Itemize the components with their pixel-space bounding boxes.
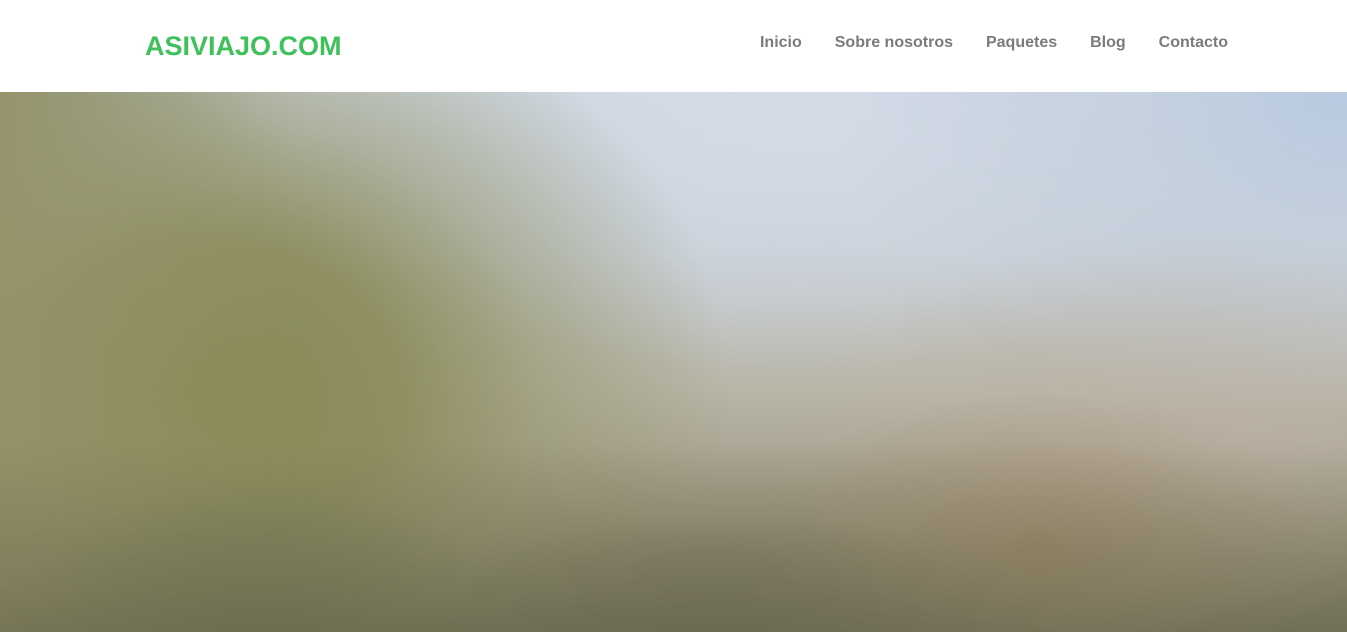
nav-link-inicio[interactable]: Inicio [760,33,802,53]
nav-link-paquetes[interactable]: Paquetes [986,33,1057,53]
site-logo[interactable]: ASIVIAJO.COM [145,30,342,62]
main-nav: Inicio Sobre nosotros Paquetes Blog Cont… [760,33,1228,53]
nav-link-contacto[interactable]: Contacto [1159,33,1228,53]
nav-link-blog[interactable]: Blog [1090,33,1126,53]
hero-ground-gradient [0,92,1347,632]
nav-link-sobre-nosotros[interactable]: Sobre nosotros [835,33,953,53]
site-header: ASIVIAJO.COM Inicio Sobre nosotros Paque… [0,0,1347,92]
hero-background-image [0,92,1347,632]
